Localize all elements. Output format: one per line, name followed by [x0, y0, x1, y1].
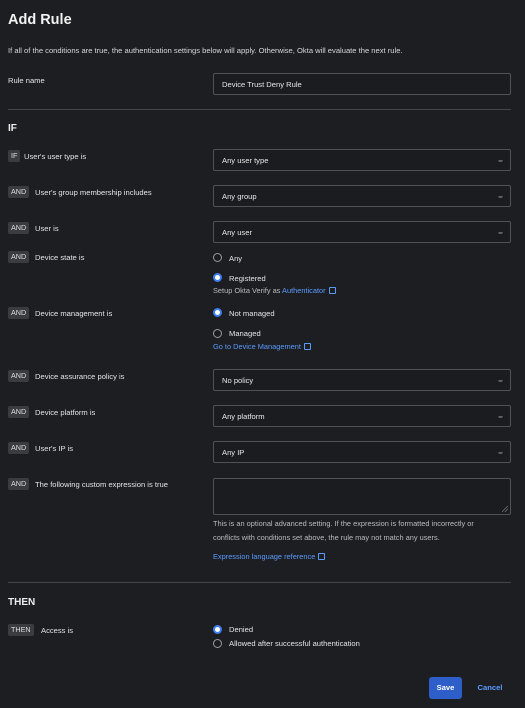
user-type-select[interactable]: Any user type [213, 149, 511, 171]
device-state-registered-radio[interactable] [213, 273, 222, 282]
group-select[interactable]: Any group [213, 185, 511, 207]
condition-tag-if: IF [8, 150, 21, 162]
device-management-managed-label: Managed [229, 329, 261, 338]
expression-help-line1: This is an optional advanced setting. If… [213, 519, 474, 528]
device-state-any-label: Any [229, 254, 243, 263]
expression-textarea[interactable] [213, 478, 511, 515]
condition-tag-and: AND [8, 406, 30, 418]
group-value: Any group [222, 192, 257, 201]
device-state-registered-label: Registered [229, 274, 266, 283]
device-management-link[interactable]: Go to Device Management [213, 342, 311, 351]
expression-label: The following custom expression is true [35, 480, 168, 489]
platform-value: Any platform [222, 412, 265, 421]
save-button[interactable]: Save [429, 677, 462, 699]
external-link-icon [328, 287, 336, 294]
access-allowed-radio[interactable] [213, 639, 222, 648]
device-management-not-managed-radio[interactable] [213, 308, 222, 317]
divider [8, 582, 511, 583]
external-link-icon [318, 553, 326, 560]
then-section-heading: THEN [8, 597, 36, 608]
external-link-icon [303, 343, 311, 350]
rule-name-input[interactable]: Device Trust Deny Rule [213, 73, 511, 95]
user-type-value: Any user type [222, 156, 269, 165]
page-title: Add Rule [8, 12, 72, 28]
condition-tag-and: AND [8, 307, 30, 319]
user-type-label: User's user type is [24, 152, 87, 161]
user-select[interactable]: Any user [213, 221, 511, 243]
rule-name-label: Rule name [8, 76, 45, 85]
device-state-helper-text: Setup Okta Verify as [213, 286, 281, 295]
user-label: User is [35, 224, 59, 233]
expression-reference-link[interactable]: Expression language reference [213, 552, 326, 561]
device-management-label: Device management is [35, 309, 113, 318]
assurance-select[interactable]: No policy [213, 369, 511, 391]
expression-help-line2: conflicts with conditions set above, the… [213, 533, 440, 542]
assurance-value: No policy [222, 376, 254, 385]
user-value: Any user [222, 228, 252, 237]
access-allowed-label: Allowed after successful authentication [229, 639, 360, 648]
condition-tag-and: AND [8, 251, 30, 263]
ip-label: User's IP is [35, 444, 74, 453]
group-label: User's group membership includes [35, 188, 152, 197]
divider [8, 109, 511, 110]
condition-tag-and: AND [8, 478, 30, 490]
device-state-any-radio[interactable] [213, 253, 222, 262]
condition-tag-then: THEN [8, 624, 34, 636]
ip-value: Any IP [222, 448, 245, 457]
if-section-heading: IF [8, 123, 17, 134]
condition-tag-and: AND [8, 442, 30, 454]
platform-label: Device platform is [35, 408, 96, 417]
page-description: If all of the conditions are true, the a… [8, 46, 403, 55]
resize-handle-icon[interactable] [502, 506, 508, 512]
access-denied-label: Denied [229, 625, 254, 634]
condition-tag-and: AND [8, 222, 30, 234]
cancel-button[interactable]: Cancel [470, 677, 510, 699]
access-label: Access is [41, 626, 74, 635]
condition-tag-and: AND [8, 370, 30, 382]
platform-select[interactable]: Any platform [213, 405, 511, 427]
device-state-label: Device state is [35, 253, 85, 262]
condition-tag-and: AND [8, 186, 30, 198]
device-state-helper: Setup Okta Verify as Authenticator [213, 286, 336, 295]
device-management-not-managed-label: Not managed [229, 309, 275, 318]
ip-select[interactable]: Any IP [213, 441, 511, 463]
access-denied-radio[interactable] [213, 625, 222, 634]
assurance-label: Device assurance policy is [35, 372, 125, 381]
device-management-managed-radio[interactable] [213, 329, 222, 338]
authenticator-link[interactable]: Authenticator [282, 286, 336, 295]
